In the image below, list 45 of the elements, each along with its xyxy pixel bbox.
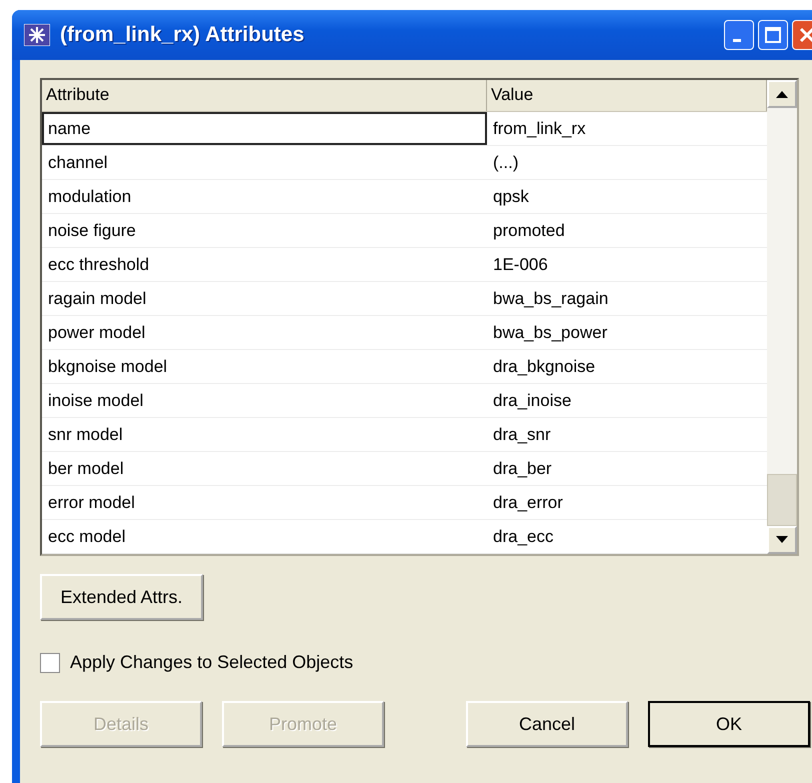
dialog-button[interactable]: OK <box>648 701 810 747</box>
up-arrow-icon <box>776 90 788 98</box>
scroll-up-button[interactable] <box>767 80 797 108</box>
minimize-button[interactable] <box>724 20 754 50</box>
attribute-cell[interactable]: power model <box>42 316 487 349</box>
attribute-cell[interactable]: ecc model <box>42 520 487 553</box>
value-cell[interactable]: dra_error <box>487 486 767 519</box>
maximize-button[interactable] <box>758 20 788 50</box>
checkbox[interactable] <box>40 652 60 672</box>
attribute-cell[interactable]: name <box>42 112 487 145</box>
column-header[interactable]: Attribute <box>42 80 487 111</box>
attribute-cell[interactable]: noise figure <box>42 214 487 247</box>
attribute-cell[interactable]: ragain model <box>42 282 487 315</box>
attribute-cell[interactable]: ecc threshold <box>42 248 487 281</box>
value-cell[interactable]: dra_inoise <box>487 384 767 417</box>
value-cell[interactable]: bwa_bs_power <box>487 316 767 349</box>
attribute-cell[interactable]: snr model <box>42 418 487 451</box>
value-cell[interactable]: bwa_bs_ragain <box>487 282 767 315</box>
value-cell[interactable]: qpsk <box>487 180 767 213</box>
attribute-cell[interactable]: inoise model <box>42 384 487 417</box>
extended-attrs-button[interactable]: Extended Attrs. <box>40 574 203 620</box>
window-title: (from_link_rx) Attributes <box>60 23 306 47</box>
value-cell[interactable]: dra_ecc <box>487 520 767 553</box>
scroll-down-button[interactable] <box>767 526 797 554</box>
scrollbar[interactable] <box>767 80 797 554</box>
close-icon <box>798 26 812 44</box>
value-cell[interactable]: dra_bkgnoise <box>487 350 767 383</box>
attribute-cell[interactable]: error model <box>42 486 487 519</box>
attribute-cell[interactable]: channel <box>42 146 487 179</box>
scroll-thumb[interactable] <box>767 474 797 526</box>
maximize-icon <box>764 26 782 44</box>
checkbox-label[interactable]: Apply Changes to Selected Objects <box>70 652 354 673</box>
minimize-icon <box>733 38 741 42</box>
attribute-cell[interactable]: bkgnoise model <box>42 350 487 383</box>
dialog-button[interactable]: Cancel <box>466 701 628 747</box>
attribute-cell[interactable]: ber model <box>42 452 487 485</box>
value-cell[interactable]: dra_ber <box>487 452 767 485</box>
value-cell[interactable]: 1E-006 <box>487 248 767 281</box>
down-arrow-icon <box>776 536 788 544</box>
value-cell[interactable]: from_link_rx <box>487 112 767 145</box>
attribute-cell[interactable]: modulation <box>42 180 487 213</box>
value-cell[interactable]: (...) <box>487 146 767 179</box>
asterisk-icon <box>24 24 50 46</box>
value-cell[interactable]: dra_snr <box>487 418 767 451</box>
value-cell[interactable]: promoted <box>487 214 767 247</box>
